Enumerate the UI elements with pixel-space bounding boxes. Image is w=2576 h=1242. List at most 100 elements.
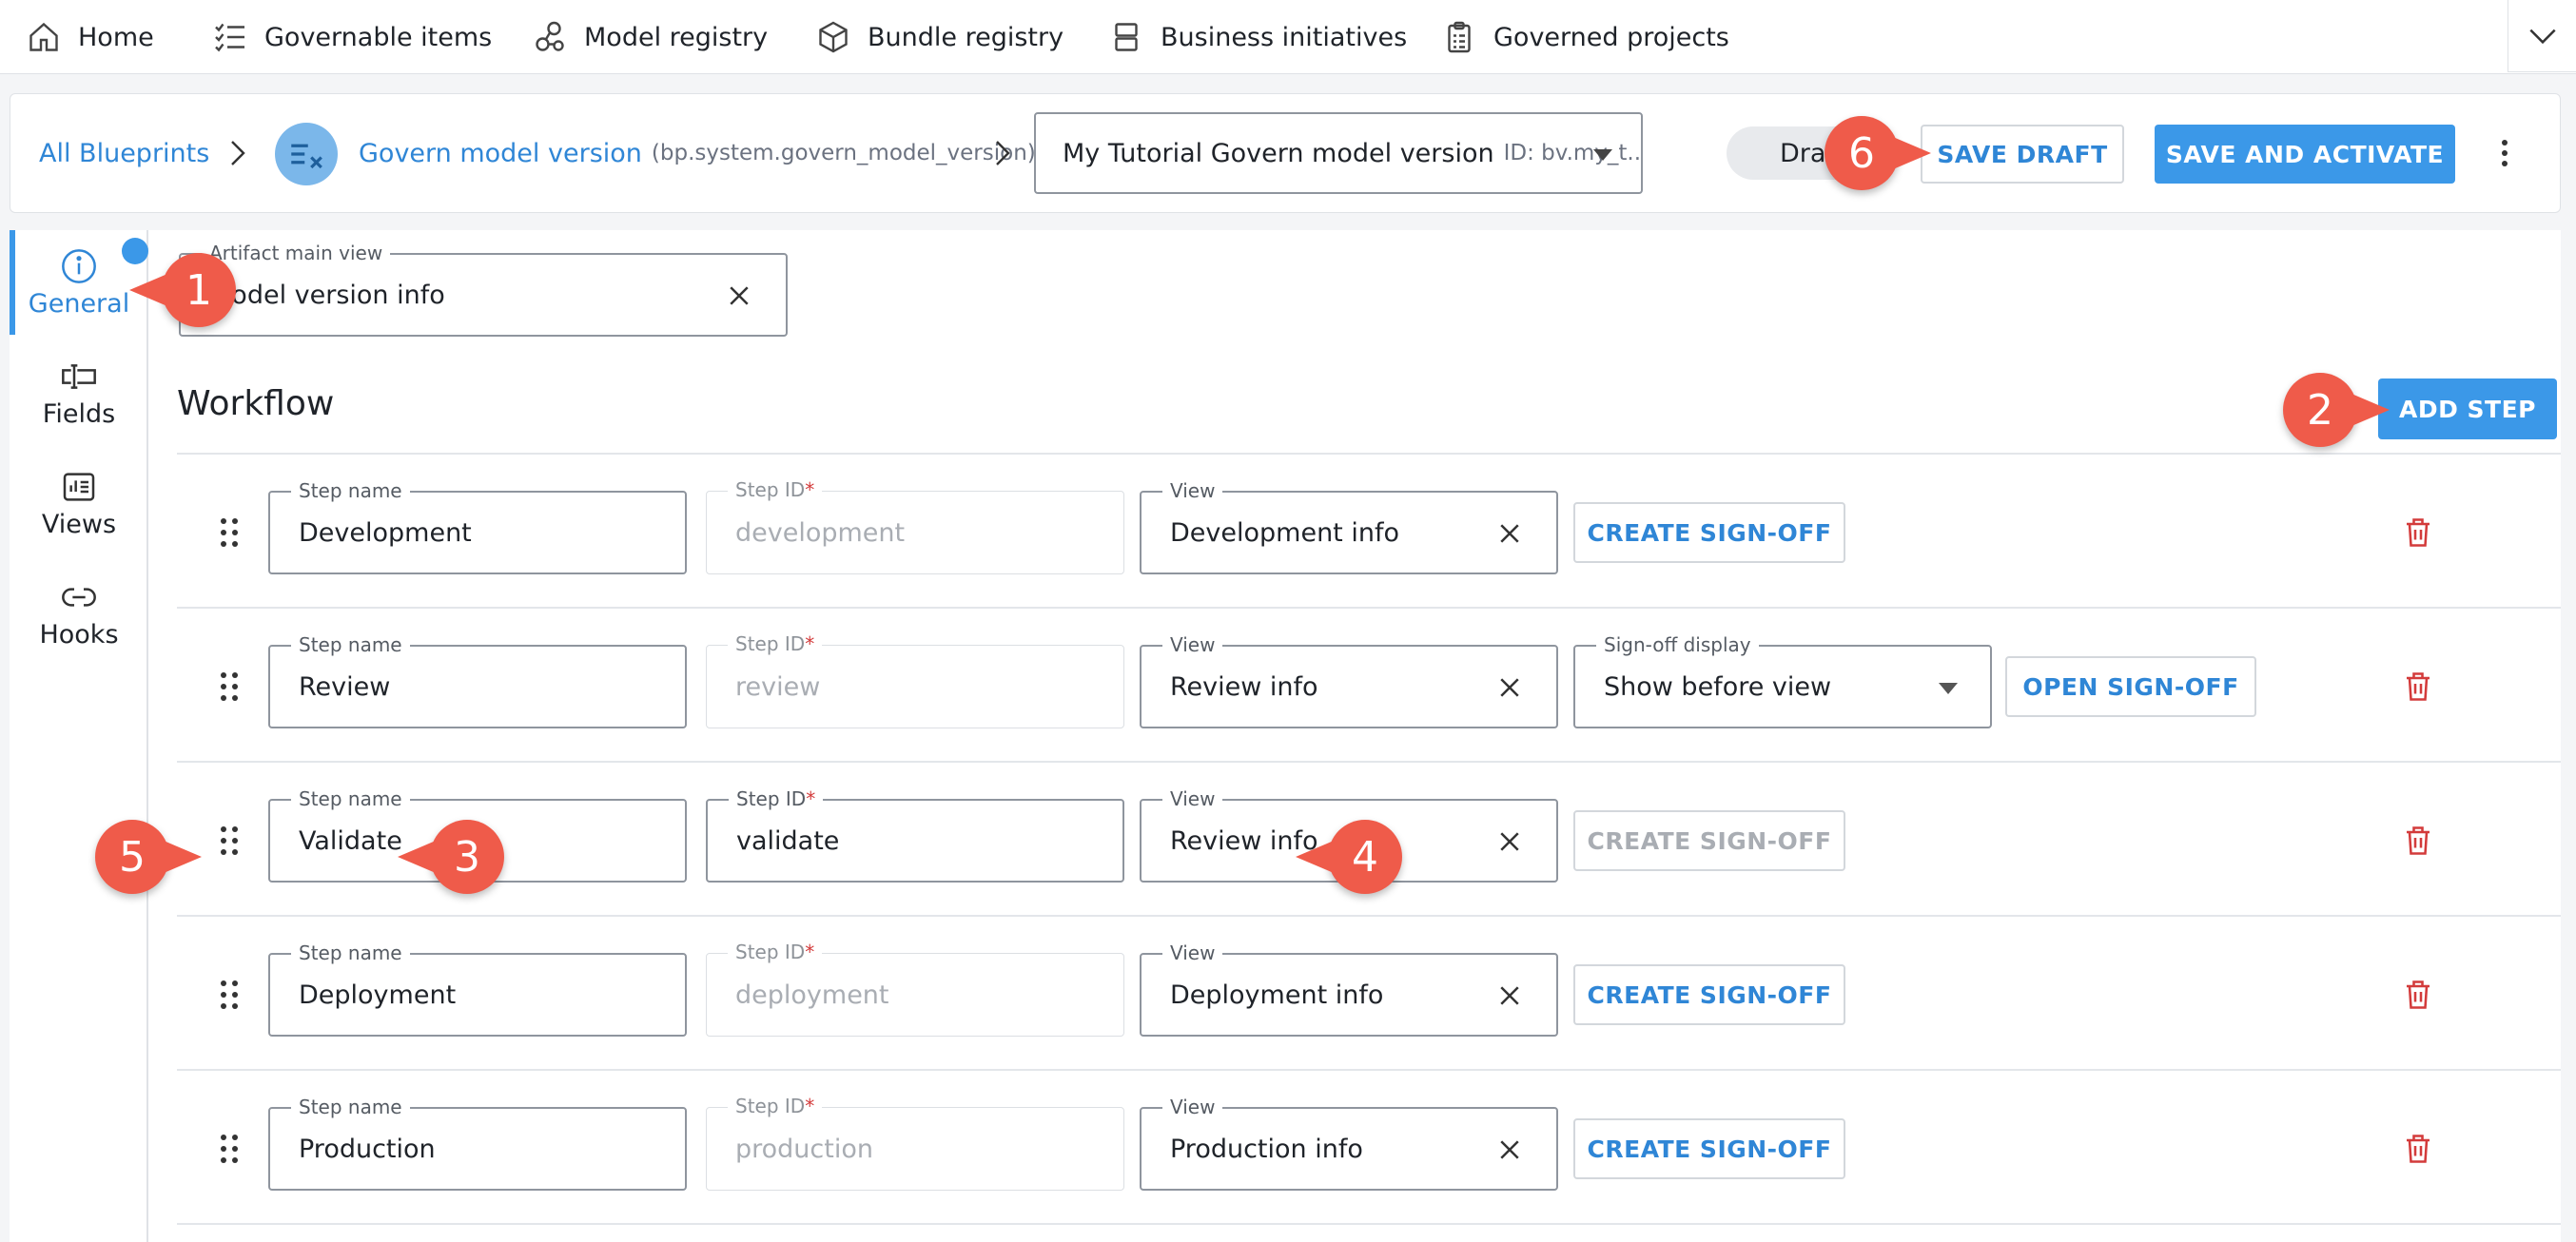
nav-governable-items[interactable]: Governable items	[213, 0, 492, 74]
blueprint-header: All Blueprints Govern model version (bp.…	[10, 93, 2561, 213]
home-icon	[29, 22, 58, 51]
step-id-input: Step ID* production	[706, 1094, 1124, 1191]
version-select[interactable]: My Tutorial Govern model version ID: bv.…	[1034, 112, 1643, 194]
main-panel: Artifact main view Model version info Wo…	[148, 230, 2561, 1242]
nav-home[interactable]: Home	[27, 0, 154, 74]
nav-home-label: Home	[78, 22, 154, 52]
trash-icon[interactable]	[2401, 976, 2435, 1014]
step-name-label: Step name	[291, 786, 410, 811]
step-id-value: review	[735, 671, 821, 702]
nav-collapse-button[interactable]	[2508, 0, 2576, 72]
all-blueprints-link[interactable]: All Blueprints	[39, 132, 209, 174]
trash-icon[interactable]	[2401, 1130, 2435, 1168]
step-name-input[interactable]: Step name Development	[268, 478, 687, 574]
blueprint-name-link[interactable]: Govern model version (bp.system.govern_m…	[359, 132, 1036, 174]
step-view-label: View	[1162, 941, 1223, 965]
step-view-select[interactable]: View Review info	[1140, 632, 1558, 728]
blueprint-name: Govern model version	[359, 138, 642, 168]
step-name-value: Review	[299, 671, 391, 702]
stack-icon	[1115, 23, 1138, 51]
rail-item-general[interactable]: General	[10, 230, 148, 335]
artifact-main-view-label: Artifact main view	[202, 241, 391, 265]
step-view-label: View	[1162, 786, 1223, 811]
nodes-icon	[536, 21, 564, 51]
step-name-label: Step name	[291, 632, 410, 657]
workflow-step-row: Step name Deployment Step ID* deployment…	[177, 917, 2561, 1071]
version-name: My Tutorial Govern model version	[1063, 138, 1494, 168]
rail-item-views[interactable]: Views	[10, 451, 148, 555]
info-icon	[62, 248, 96, 283]
step-id-input: Step ID* review	[706, 631, 1124, 728]
rail-label-general: General	[28, 288, 130, 319]
nav-business-initiatives[interactable]: Business initiatives	[1109, 0, 1407, 74]
artifact-main-view-select[interactable]: Artifact main view Model version info	[179, 241, 788, 337]
step-id-input[interactable]: Step ID* validate	[706, 786, 1124, 883]
close-icon[interactable]	[1495, 1135, 1524, 1164]
step-id-input: Step ID* deployment	[706, 940, 1124, 1037]
text-field-icon	[62, 363, 96, 389]
drag-handle-icon[interactable]	[215, 822, 244, 860]
dashboard-icon	[63, 472, 95, 501]
step-view-select[interactable]: View Deployment info	[1140, 941, 1558, 1037]
workflow-step-row: Step name Review Step ID* review View Re…	[177, 609, 2561, 763]
nav-model-registry[interactable]: Model registry	[533, 0, 768, 74]
save-draft-button[interactable]: SAVE DRAFT	[1921, 125, 2124, 184]
step-view-value: Production info	[1170, 1134, 1363, 1164]
rail-item-hooks[interactable]: Hooks	[10, 561, 148, 666]
caret-down-icon	[1593, 149, 1612, 161]
step-id-label: Step ID*	[729, 786, 824, 811]
step-name-input[interactable]: Step name Deployment	[268, 941, 687, 1037]
nav-business-initiatives-label: Business initiatives	[1161, 22, 1408, 52]
callout-6: 6	[1825, 116, 1931, 190]
sign-off-display-select[interactable]: Sign-off display Show before view	[1573, 632, 1992, 728]
drag-handle-icon[interactable]	[215, 976, 244, 1014]
nav-bundle-registry[interactable]: Bundle registry	[816, 0, 1064, 74]
step-id-value: deployment	[735, 980, 889, 1010]
drag-handle-icon[interactable]	[215, 1130, 244, 1168]
trash-icon[interactable]	[2401, 822, 2435, 860]
close-icon[interactable]	[1495, 827, 1524, 856]
trash-icon[interactable]	[2401, 668, 2435, 706]
chevron-right-icon	[996, 141, 1010, 165]
close-icon[interactable]	[1495, 673, 1524, 702]
create-sign-off-button[interactable]: CREATE SIGN-OFF	[1573, 1118, 1845, 1179]
artifact-main-view-value: Model version info	[209, 280, 445, 310]
create-sign-off-button[interactable]: CREATE SIGN-OFF	[1573, 964, 1845, 1025]
nav-bundle-registry-label: Bundle registry	[868, 22, 1064, 52]
step-name-value: Production	[299, 1134, 436, 1164]
nav-governed-projects-label: Governed projects	[1493, 22, 1729, 52]
step-name-input[interactable]: Step name Production	[268, 1095, 687, 1191]
step-name-label: Step name	[291, 1095, 410, 1119]
step-id-value: production	[735, 1134, 873, 1164]
open-sign-off-button[interactable]: OPEN SIGN-OFF	[2005, 656, 2256, 717]
add-step-button[interactable]: ADD STEP	[2378, 378, 2557, 439]
rail-item-fields[interactable]: Fields	[10, 340, 148, 445]
kebab-icon	[2502, 140, 2508, 166]
step-view-value: Deployment info	[1170, 980, 1384, 1010]
unsaved-dot	[122, 238, 148, 264]
step-view-select[interactable]: View Production info	[1140, 1095, 1558, 1191]
save-and-activate-button[interactable]: SAVE AND ACTIVATE	[2155, 125, 2455, 184]
close-icon[interactable]	[725, 281, 753, 310]
rail-label-fields: Fields	[42, 398, 116, 429]
blueprint-id: (bp.system.govern_model_version)	[651, 141, 1036, 165]
nav-governed-projects[interactable]: Governed projects	[1442, 0, 1729, 74]
create-sign-off-button[interactable]: CREATE SIGN-OFF	[1573, 502, 1845, 563]
drag-handle-icon[interactable]	[215, 514, 244, 552]
step-view-value: Development info	[1170, 517, 1399, 548]
step-view-select[interactable]: View Development info	[1140, 478, 1558, 574]
caret-down-icon	[1939, 683, 1958, 694]
drag-handle-icon[interactable]	[215, 668, 244, 706]
version-id: ID: bv.my_t...	[1503, 141, 1643, 165]
top-navigation: Home Governable items Model registry Bun…	[0, 0, 2576, 74]
step-view-label: View	[1162, 1095, 1223, 1119]
step-name-input[interactable]: Step name Review	[268, 632, 687, 728]
close-icon[interactable]	[1495, 981, 1524, 1010]
more-options-button[interactable]	[2484, 132, 2526, 174]
trash-icon[interactable]	[2401, 514, 2435, 552]
sign-off-display-label: Sign-off display	[1596, 632, 1759, 657]
callout-2: 2	[2283, 373, 2390, 447]
step-id-value: development	[735, 517, 906, 548]
sign-off-display-value: Show before view	[1604, 671, 1832, 702]
close-icon[interactable]	[1495, 519, 1524, 548]
